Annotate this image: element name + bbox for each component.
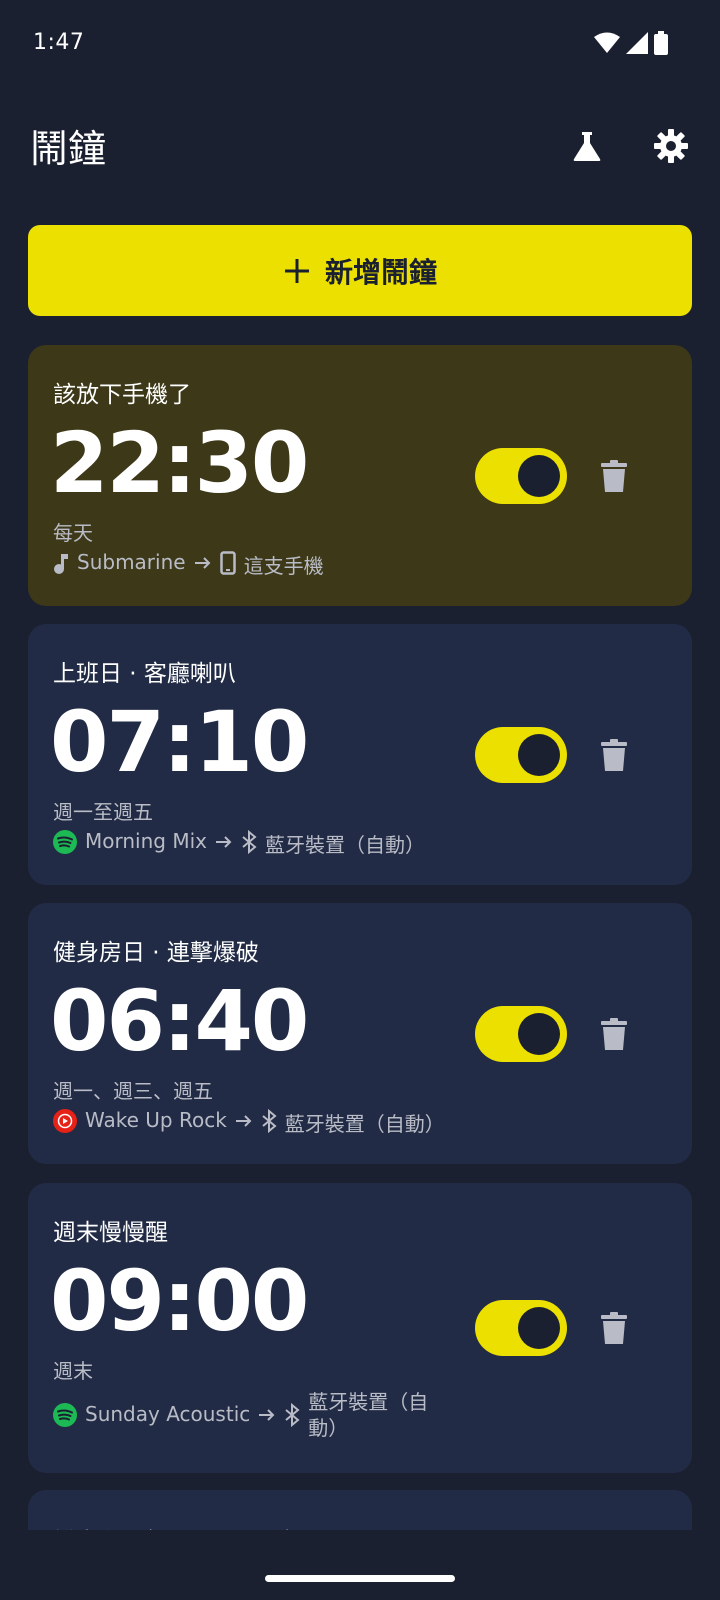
alarm-card[interactable]: 健身房日 · 連擊爆破 06:40 週一、週三、週五 Wake Up Rock … <box>28 903 692 1164</box>
arrow-right-icon <box>235 1108 253 1134</box>
status-time: 1:47 <box>33 30 85 55</box>
page-title: 鬧鐘 <box>30 127 107 171</box>
alarm-route: Morning Mix 藍牙裝置（自動） <box>53 829 425 858</box>
gear-icon <box>654 129 688 163</box>
toggle-knob <box>518 1307 560 1349</box>
bluetooth-icon <box>241 829 257 855</box>
alarm-route: Submarine 這支手機 <box>53 550 324 579</box>
trash-icon <box>601 460 627 492</box>
status-icons <box>594 30 668 56</box>
flask-icon <box>573 132 601 161</box>
delete-button[interactable] <box>592 733 636 777</box>
alarm-card-partial[interactable]: 繼完程 · 每月 1、15 號 <box>28 1490 692 1530</box>
alarm-title: 週末慢慢醒 <box>53 1220 168 1246</box>
plus-icon <box>284 258 309 283</box>
lab-button[interactable] <box>559 118 615 174</box>
alarm-toggle[interactable] <box>475 448 567 504</box>
alarm-source: Morning Mix <box>85 829 207 853</box>
trash-icon <box>601 1312 627 1344</box>
alarm-title: 繼完程 · 每月 1、15 號 <box>53 1522 294 1530</box>
trash-icon <box>601 1018 627 1050</box>
alarm-target: 藍牙裝置（自動） <box>284 1112 445 1136</box>
bluetooth-icon <box>261 1108 277 1134</box>
toggle-knob <box>518 734 560 776</box>
music-note-icon <box>53 550 69 576</box>
arrow-right-icon <box>194 550 212 576</box>
navigation-bar <box>0 1530 720 1600</box>
alarm-source: Wake Up Rock <box>85 1108 227 1132</box>
phone-icon <box>219 550 236 576</box>
alarm-card[interactable]: 該放下手機了 22:30 每天 Submarine 這支手機 <box>28 345 692 606</box>
alarm-time: 07:10 <box>50 693 309 791</box>
alarm-time: 09:00 <box>50 1252 309 1350</box>
alarm-title: 健身房日 · 連擊爆破 <box>53 940 259 966</box>
arrow-right-icon <box>258 1402 276 1428</box>
delete-button[interactable] <box>592 1012 636 1056</box>
app-bar: 鬧鐘 <box>0 100 720 190</box>
trash-icon <box>601 739 627 771</box>
battery-icon <box>654 31 668 55</box>
alarm-time: 06:40 <box>50 972 309 1070</box>
alarm-time: 22:30 <box>50 414 309 512</box>
toggle-knob <box>518 1013 560 1055</box>
arrow-right-icon <box>215 829 233 855</box>
alarm-days: 週末 <box>53 1359 93 1383</box>
bluetooth-icon <box>284 1402 300 1428</box>
spotify-icon <box>53 1402 77 1428</box>
alarm-card[interactable]: 上班日 · 客廳喇叭 07:10 週一至週五 Morning Mix 藍牙裝置（… <box>28 624 692 885</box>
alarm-days: 每天 <box>53 521 93 545</box>
toggle-knob <box>518 455 560 497</box>
alarm-days: 週一至週五 <box>53 800 153 824</box>
alarm-route: Sunday Acoustic 藍牙裝置（自動） <box>53 1389 440 1441</box>
alarm-toggle[interactable] <box>475 1300 567 1356</box>
settings-button[interactable] <box>643 118 699 174</box>
home-indicator[interactable] <box>265 1575 455 1582</box>
alarm-toggle[interactable] <box>475 727 567 783</box>
delete-button[interactable] <box>592 1306 636 1350</box>
alarm-title: 該放下手機了 <box>53 382 191 408</box>
status-bar: 1:47 <box>0 0 720 86</box>
alarm-route: Wake Up Rock 藍牙裝置（自動） <box>53 1108 445 1137</box>
wifi-icon <box>594 32 620 53</box>
spotify-icon <box>53 829 77 855</box>
add-alarm-label: 新增鬧鐘 <box>324 255 437 289</box>
alarm-days: 週一、週三、週五 <box>53 1079 213 1103</box>
add-alarm-button[interactable]: 新增鬧鐘 <box>28 225 692 316</box>
alarm-source: Submarine <box>77 550 186 574</box>
alarm-card[interactable]: 週末慢慢醒 09:00 週末 Sunday Acoustic 藍牙裝置（自動） <box>28 1183 692 1473</box>
signal-icon <box>626 32 648 54</box>
alarm-target: 藍牙裝置（自動） <box>264 833 425 857</box>
alarm-target: 藍牙裝置（自動） <box>308 1390 429 1440</box>
alarm-title: 上班日 · 客廳喇叭 <box>53 661 236 687</box>
delete-button[interactable] <box>592 454 636 498</box>
youtube-music-icon <box>53 1108 77 1134</box>
alarm-source: Sunday Acoustic <box>85 1402 251 1426</box>
alarm-target: 這支手機 <box>243 554 324 578</box>
alarm-toggle[interactable] <box>475 1006 567 1062</box>
